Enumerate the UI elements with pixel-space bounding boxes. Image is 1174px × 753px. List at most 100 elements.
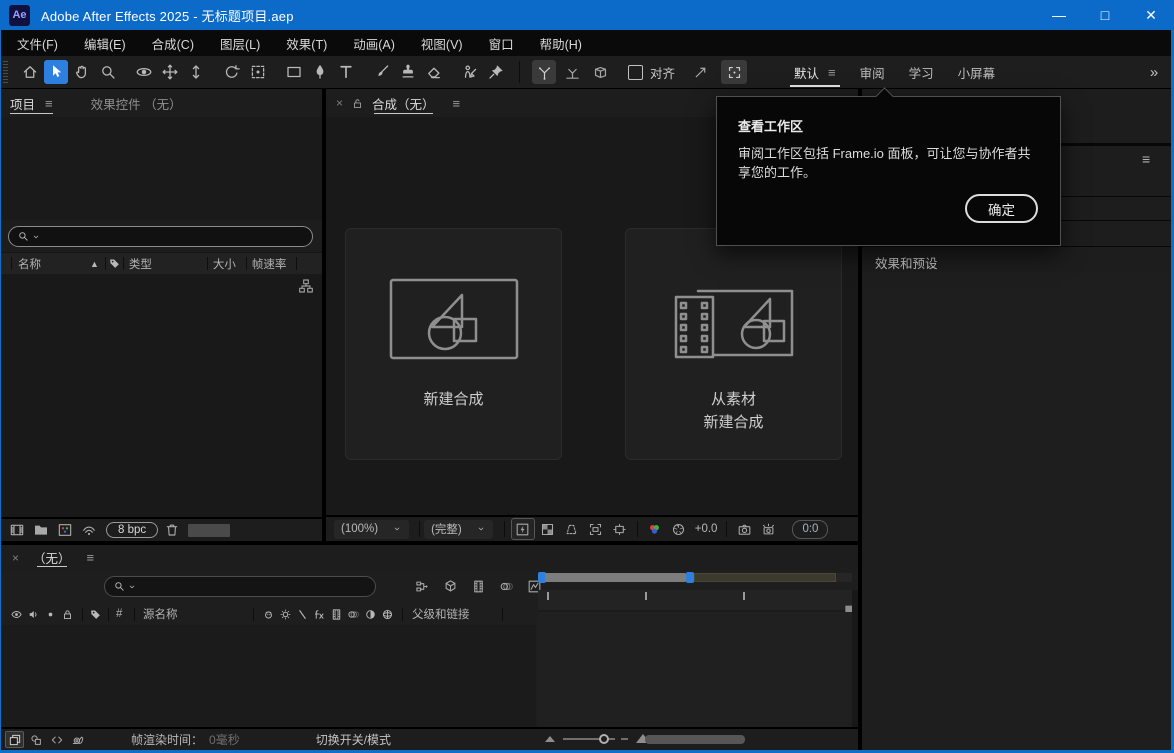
frame-blend-icon[interactable] [330, 608, 343, 621]
brush-tool[interactable] [370, 60, 394, 84]
workspace-tab-small-screen[interactable]: 小屏幕 [946, 56, 1008, 88]
workspace-tab-default[interactable]: 默认≡ [782, 56, 848, 88]
snap-checkbox[interactable] [628, 65, 643, 80]
workspace-tab-review[interactable]: 审阅 [848, 56, 897, 88]
frame-blending-button[interactable] [467, 576, 489, 596]
unlock-icon[interactable] [351, 97, 364, 110]
workspace-overflow-button[interactable]: » [1138, 56, 1168, 88]
project-search-input[interactable] [41, 229, 304, 245]
transparency-grid-button[interactable] [537, 519, 559, 539]
selection-tool[interactable] [44, 60, 68, 84]
timeline-search-input[interactable] [137, 579, 367, 595]
sort-ascending-icon[interactable]: ▲ [90, 259, 99, 269]
show-snapshot-button[interactable] [757, 519, 779, 539]
eraser-tool[interactable] [422, 60, 446, 84]
tab-effect-controls[interactable]: 效果控件 （无） [81, 89, 192, 117]
work-area-end-handle[interactable] [686, 572, 694, 583]
timecode-button[interactable]: 0:0 [792, 520, 828, 539]
project-flowchart-icon[interactable] [298, 278, 314, 294]
work-area-tail[interactable] [694, 573, 836, 582]
tab-composition[interactable]: 合成（无） [364, 89, 443, 117]
rectangle-tool[interactable] [282, 60, 306, 84]
fast-preview-button[interactable] [511, 518, 535, 540]
new-composition-button[interactable] [54, 521, 76, 539]
audio-toggle-icon[interactable] [27, 608, 40, 621]
tab-project[interactable]: 项目 ≡ [0, 89, 63, 117]
motion-blur-icon[interactable] [347, 608, 360, 621]
magnification-select[interactable]: (100%) [334, 520, 409, 539]
tab-timeline[interactable]: （无） [27, 545, 77, 570]
3d-layer-icon[interactable] [381, 608, 394, 621]
toggle-switches-modes-button[interactable]: 切换开关/模式 [316, 731, 391, 748]
type-tool[interactable] [334, 60, 358, 84]
home-button[interactable] [18, 60, 42, 84]
project-item-list[interactable] [0, 274, 322, 517]
clone-stamp-tool[interactable] [396, 60, 420, 84]
render-engine-button[interactable] [78, 521, 100, 539]
exposure-value[interactable]: +0.0 [695, 523, 718, 535]
transfer-controls-pane-button[interactable] [26, 731, 45, 748]
collapse-transform-icon[interactable] [279, 608, 292, 621]
column-name[interactable]: 名称 [18, 256, 90, 272]
column-size[interactable]: 大小 [213, 256, 244, 272]
time-ruler[interactable] [538, 590, 852, 611]
guides-options-button[interactable] [609, 519, 631, 539]
lock-toggle-icon[interactable] [61, 608, 74, 621]
hand-tool[interactable] [70, 60, 94, 84]
panel-menu-icon[interactable]: ≡ [1142, 151, 1150, 167]
orbit-camera-tool[interactable] [132, 60, 156, 84]
column-number[interactable]: # [116, 608, 132, 620]
menu-item-5[interactable]: 动画(A) [340, 34, 408, 53]
menu-item-3[interactable]: 图层(L) [207, 34, 273, 53]
fx-icon[interactable] [313, 608, 326, 621]
puppet-pin-tool[interactable] [484, 60, 508, 84]
solo-toggle-icon[interactable] [44, 608, 57, 621]
snap-toggle[interactable]: 对齐 [628, 63, 675, 82]
motion-blur-button[interactable] [495, 576, 517, 596]
toolbar-grip-handle[interactable] [2, 61, 11, 83]
effects-presets-body[interactable] [862, 273, 1171, 750]
project-scrollbar-thumb[interactable] [188, 524, 230, 537]
timeline-track-area-right[interactable] [538, 612, 852, 727]
menu-item-7[interactable]: 窗口 [476, 34, 527, 53]
workspace-menu-icon[interactable]: ≡ [828, 65, 836, 80]
zoom-slider-knob[interactable] [599, 734, 609, 744]
pen-tool[interactable] [308, 60, 332, 84]
render-time-pane-button[interactable] [68, 731, 87, 748]
panel-close-icon[interactable]: × [12, 551, 19, 565]
minimize-button[interactable]: — [1036, 0, 1082, 30]
effects-presets-header[interactable]: 效果和预设 [875, 251, 1174, 273]
menu-item-0[interactable]: 文件(F) [4, 34, 71, 53]
label-column-icon[interactable] [89, 608, 102, 621]
inout-pane-button[interactable] [47, 731, 66, 748]
interpret-footage-button[interactable] [6, 521, 28, 539]
layer-switches-pane-button[interactable] [5, 731, 24, 748]
column-parent-link[interactable]: 父级和链接 [412, 606, 500, 622]
timeline-track-area[interactable] [0, 625, 536, 727]
mask-path-visibility-button[interactable] [721, 60, 747, 84]
column-source-name[interactable]: 源名称 [143, 606, 251, 622]
resolution-select[interactable]: (完整) [424, 520, 493, 539]
new-composition-card[interactable]: 新建合成 [345, 228, 562, 460]
project-search[interactable] [8, 226, 313, 247]
region-of-interest-button[interactable] [585, 519, 607, 539]
ok-button[interactable]: 确定 [965, 194, 1038, 223]
new-composition-from-footage-card[interactable]: 从素材新建合成 [625, 228, 842, 460]
menu-item-2[interactable]: 合成(C) [139, 34, 207, 53]
exposure-button[interactable] [668, 519, 690, 539]
column-type[interactable]: 类型 [129, 256, 205, 272]
take-snapshot-button[interactable] [733, 519, 755, 539]
trash-icon[interactable] [164, 522, 180, 538]
pan-behind-anchor-tool[interactable] [246, 60, 270, 84]
maximize-button[interactable]: □ [1082, 0, 1128, 30]
workspace-tab-learn[interactable]: 学习 [897, 56, 946, 88]
rotation-tool[interactable] [220, 60, 244, 84]
draft-3d-button[interactable] [439, 576, 461, 596]
panel-menu-icon[interactable]: ≡ [87, 550, 95, 565]
panel-menu-icon[interactable]: ≡ [45, 96, 53, 111]
menu-item-6[interactable]: 视图(V) [408, 34, 476, 53]
new-folder-button[interactable] [30, 521, 52, 539]
zoom-out-icon[interactable] [545, 736, 555, 742]
local-axis-mode-button[interactable] [532, 60, 556, 84]
menu-item-8[interactable]: 帮助(H) [527, 34, 595, 53]
